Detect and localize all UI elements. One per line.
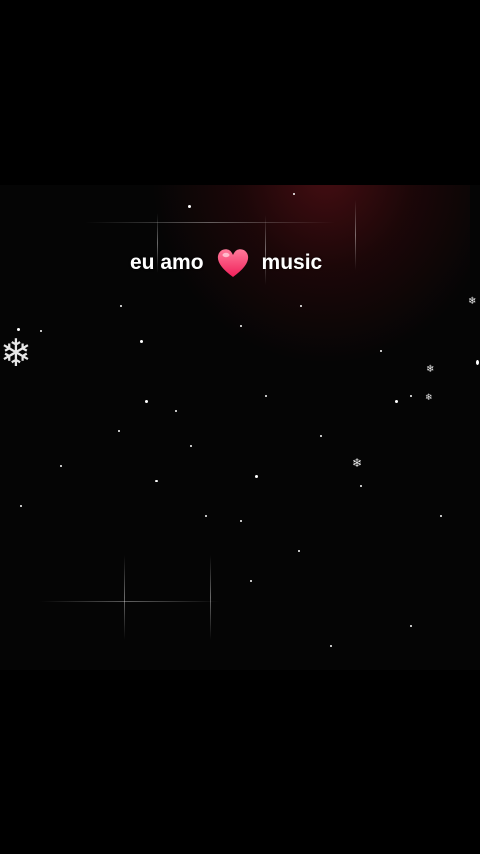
video-frame[interactable]: eu amo music ❄ ❄ ❄ ❄ ❄	[0, 185, 480, 670]
sparkle	[410, 625, 412, 627]
caption-text-end: music	[261, 251, 323, 274]
sparkle	[120, 305, 122, 307]
sparkle	[240, 520, 242, 522]
sparkle	[395, 400, 398, 403]
sparkle	[20, 505, 22, 507]
sparkle	[175, 410, 177, 412]
sparkle	[293, 193, 295, 195]
light-streak	[355, 200, 356, 270]
sparkle	[155, 480, 158, 482]
light-streak	[40, 601, 220, 602]
sparkle	[145, 400, 148, 403]
sparkle	[250, 580, 252, 582]
sparkle	[265, 395, 267, 397]
caption-text-start: eu amo	[130, 251, 204, 274]
snowflake-icon: ❄	[468, 296, 477, 307]
sparkle	[255, 475, 258, 478]
sparkle	[205, 515, 207, 517]
snowflake-icon: ❄	[352, 456, 363, 470]
sparkle	[298, 550, 300, 552]
sparkle	[300, 305, 302, 307]
sparkle	[410, 395, 412, 397]
heart-emoji-icon	[217, 249, 248, 277]
snowflake-icon: ❄	[426, 364, 435, 375]
sparkle	[118, 430, 120, 432]
snowflake-icon: ❄	[425, 392, 433, 402]
sparkle	[190, 445, 192, 447]
sparkle	[380, 350, 382, 352]
sparkle	[360, 485, 362, 487]
sparkle	[17, 328, 20, 331]
sparkle	[320, 435, 322, 437]
snowflake-icon: ❄	[0, 333, 32, 375]
light-streak	[85, 222, 335, 223]
sparkle	[330, 645, 332, 647]
light-streak	[124, 555, 125, 640]
sparkle	[240, 325, 242, 327]
sparkle	[140, 340, 143, 343]
sparkle	[440, 515, 442, 517]
sparkle	[40, 330, 42, 332]
sparkle	[188, 205, 191, 208]
sparkle	[476, 360, 479, 365]
light-streak	[210, 555, 211, 640]
sparkle	[60, 465, 62, 467]
caption: eu amo music	[130, 247, 322, 279]
